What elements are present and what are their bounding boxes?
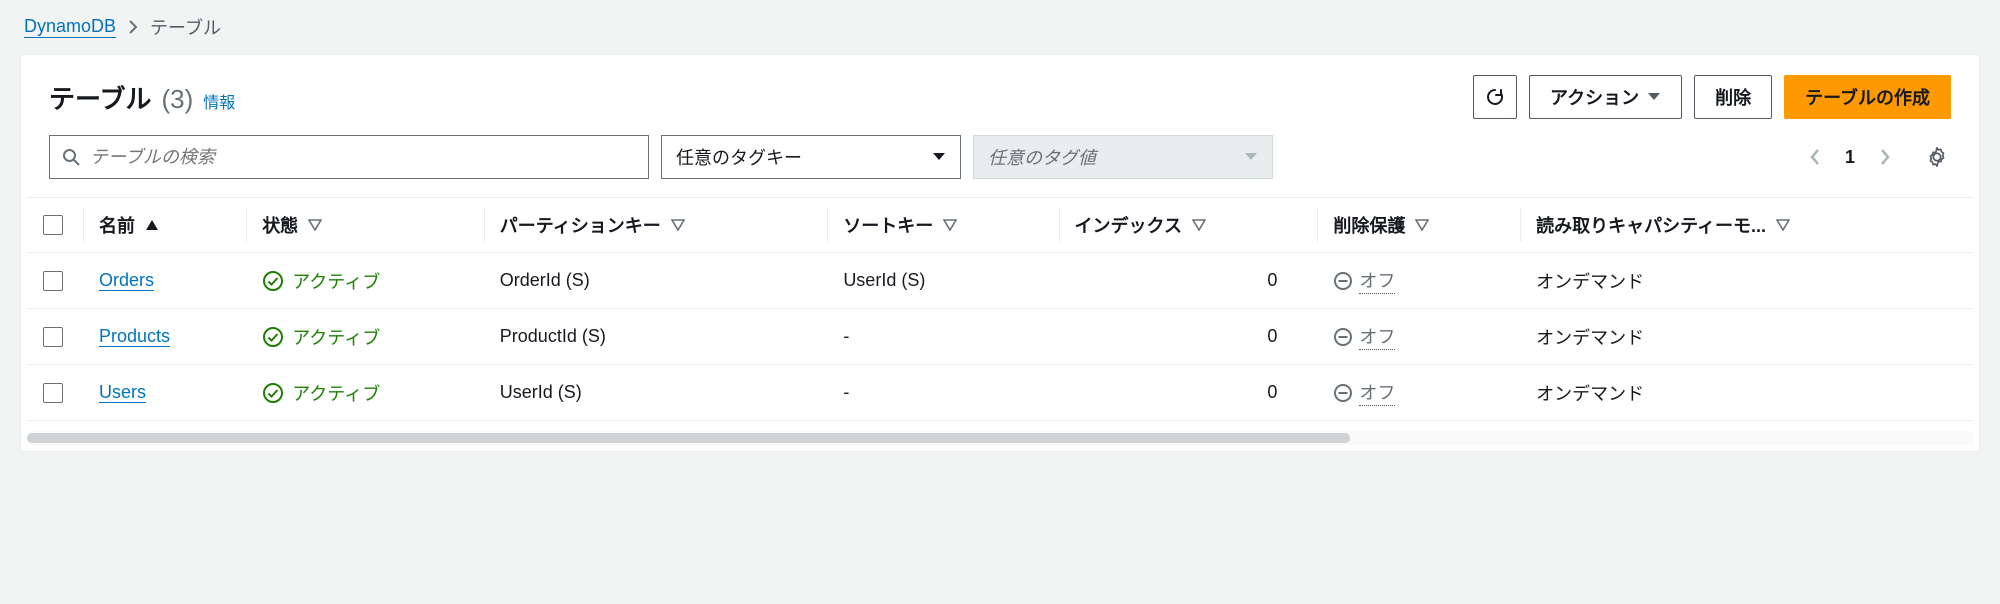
prev-page-button[interactable] [1801,143,1829,171]
check-circle-icon [262,326,284,348]
indexes-cell: 0 [1059,253,1318,309]
sort-key-cell: - [827,309,1058,365]
row-checkbox[interactable] [43,383,63,403]
table-name-link[interactable]: Orders [99,270,154,291]
filter-icon [1415,219,1429,231]
status-text: アクティブ [292,268,380,294]
check-circle-icon [262,382,284,404]
col-header-status[interactable]: 状態 [246,198,484,253]
deletion-protection-cell: オフ [1333,379,1504,406]
search-input-wrapper[interactable] [49,135,649,179]
tables-panel: テーブル (3) 情報 アクション 削除 [20,54,1980,452]
status-cell: アクティブ [262,380,468,406]
breadcrumb: DynamoDB テーブル [0,0,2000,54]
info-link[interactable]: 情報 [203,89,235,113]
page-title: テーブル [49,79,151,116]
table-name-link[interactable]: Products [99,326,170,347]
status-text: アクティブ [292,380,380,406]
breadcrumb-current: テーブル [150,14,221,40]
search-icon [62,148,80,166]
tag-key-select[interactable]: 任意のタグキー [661,135,961,179]
refresh-button[interactable] [1473,75,1517,119]
protection-text: オフ [1359,323,1395,350]
table-row: Users アクティブ UserId (S) - 0 オフ オンデマンド [27,365,1973,421]
read-mode-cell: オンデマンド [1520,365,1973,421]
search-input[interactable] [90,147,636,168]
row-checkbox[interactable] [43,271,63,291]
col-header-sort-key[interactable]: ソートキー [827,198,1058,253]
row-checkbox[interactable] [43,327,63,347]
status-cell: アクティブ [262,324,468,350]
partition-key-cell: ProductId (S) [484,309,828,365]
col-header-indexes[interactable]: インデックス [1059,198,1318,253]
indexes-cell: 0 [1059,365,1318,421]
read-mode-cell: オンデマンド [1520,253,1973,309]
chevron-right-icon [128,20,138,34]
gear-icon [1926,146,1948,168]
caret-down-icon [1244,152,1258,162]
tag-value-label: 任意のタグ値 [988,144,1096,170]
caret-down-icon [932,152,946,162]
deletion-protection-cell: オフ [1333,323,1504,350]
tables-table: 名前 状態 [27,197,1973,421]
sort-key-cell: - [827,365,1058,421]
sort-asc-icon [145,219,159,231]
status-text: アクティブ [292,324,380,350]
col-header-name[interactable]: 名前 [83,198,246,253]
minus-circle-icon [1333,271,1353,291]
refresh-icon [1485,87,1505,107]
partition-key-cell: UserId (S) [484,365,828,421]
table-name-link[interactable]: Users [99,382,146,403]
tag-value-select: 任意のタグ値 [973,135,1273,179]
create-table-button[interactable]: テーブルの作成 [1784,75,1951,119]
deletion-protection-cell: オフ [1333,267,1504,294]
filter-icon [1776,219,1790,231]
filter-icon [308,219,322,231]
filter-icon [1192,219,1206,231]
page-number: 1 [1845,147,1855,168]
actions-label: アクション [1550,84,1639,110]
horizontal-scrollbar[interactable] [27,431,1973,445]
protection-text: オフ [1359,267,1395,294]
check-circle-icon [262,270,284,292]
partition-key-cell: OrderId (S) [484,253,828,309]
filter-icon [671,219,685,231]
col-header-read-capacity-mode[interactable]: 読み取りキャパシティーモ... [1520,198,1973,253]
select-all-checkbox[interactable] [43,215,63,235]
pagination: 1 [1801,143,1951,171]
status-cell: アクティブ [262,268,468,294]
actions-dropdown-button[interactable]: アクション [1529,75,1682,119]
minus-circle-icon [1333,383,1353,403]
indexes-cell: 0 [1059,309,1318,365]
protection-text: オフ [1359,379,1395,406]
table-row: Products アクティブ ProductId (S) - 0 オフ オンデマ… [27,309,1973,365]
tag-key-label: 任意のタグキー [676,144,802,170]
next-page-button[interactable] [1871,143,1899,171]
read-mode-cell: オンデマンド [1520,309,1973,365]
col-header-deletion-protection[interactable]: 削除保護 [1317,198,1520,253]
delete-button[interactable]: 削除 [1694,75,1772,119]
table-row: Orders アクティブ OrderId (S) UserId (S) 0 オフ… [27,253,1973,309]
minus-circle-icon [1333,327,1353,347]
col-header-partition-key[interactable]: パーティションキー [484,198,828,253]
table-scroll[interactable]: 名前 状態 [27,197,1973,421]
breadcrumb-root-link[interactable]: DynamoDB [24,16,116,38]
caret-down-icon [1647,92,1661,102]
filter-icon [943,219,957,231]
scrollbar-thumb[interactable] [27,433,1350,443]
settings-button[interactable] [1923,143,1951,171]
sort-key-cell: UserId (S) [827,253,1058,309]
table-count: (3) [161,84,193,115]
